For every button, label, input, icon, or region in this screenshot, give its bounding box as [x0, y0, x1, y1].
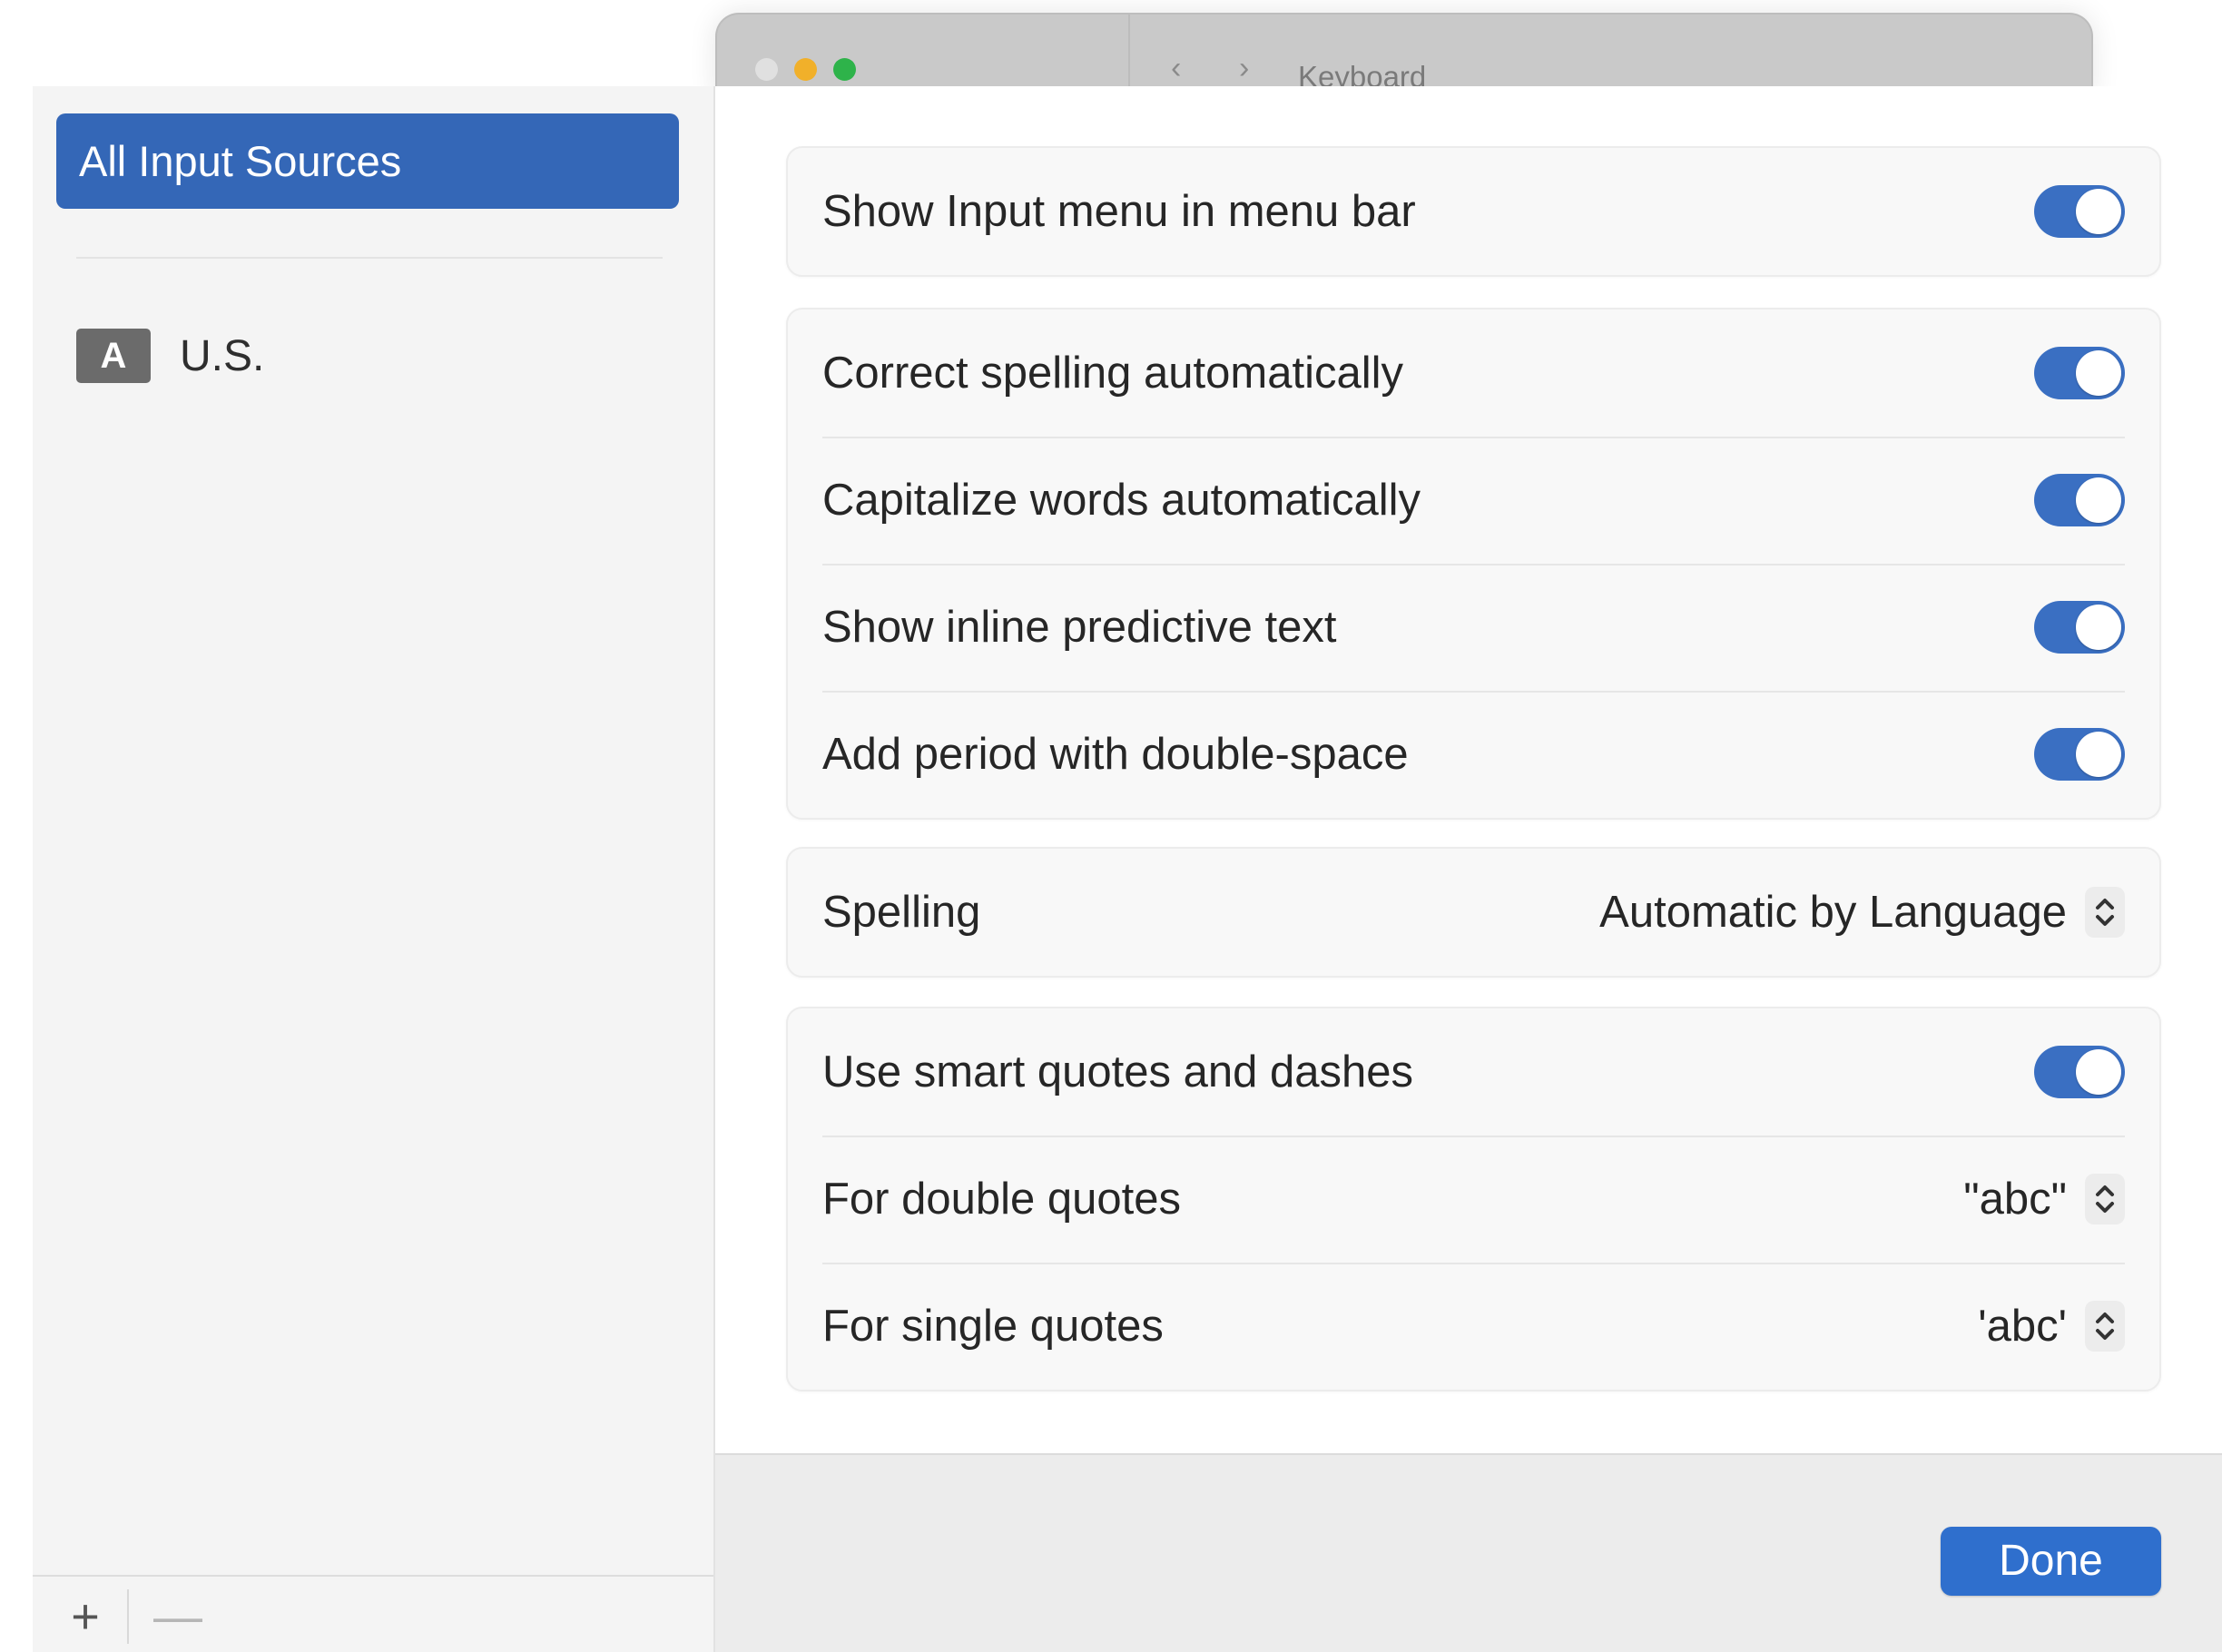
- toggle-knob: [2076, 1049, 2121, 1095]
- settings-row: For double quotes "abc": [788, 1136, 2159, 1263]
- capitalize-words-toggle[interactable]: [2034, 474, 2125, 526]
- spelling-group: Spelling Automatic by Language: [786, 847, 2161, 978]
- single-quotes-popup-button[interactable]: 'abc': [1978, 1301, 2125, 1352]
- toggle-knob: [2076, 732, 2121, 777]
- settings-row: Spelling Automatic by Language: [788, 849, 2159, 976]
- chevron-left-icon[interactable]: ‹: [1171, 53, 1181, 84]
- double-quotes-label: For double quotes: [822, 1175, 1181, 1224]
- settings-row: Capitalize words automatically: [788, 437, 2159, 564]
- up-down-chevron-icon: [2085, 1174, 2125, 1224]
- toggle-knob: [2076, 189, 2121, 234]
- settings-row: Show Input menu in menu bar: [788, 148, 2159, 275]
- settings-row: Show inline predictive text: [788, 564, 2159, 691]
- settings-row: Add period with double-space: [788, 691, 2159, 818]
- zoom-window-button[interactable]: [833, 58, 856, 81]
- remove-input-source-button[interactable]: —: [151, 1589, 205, 1644]
- correct-spelling-label: Correct spelling automatically: [822, 349, 1403, 398]
- double-space-period-toggle[interactable]: [2034, 728, 2125, 781]
- toggle-knob: [2076, 350, 2121, 396]
- sheet-footer: Done: [715, 1453, 2222, 1652]
- add-input-source-button[interactable]: +: [58, 1589, 113, 1644]
- correct-spelling-toggle[interactable]: [2034, 347, 2125, 399]
- sidebar-item-us[interactable]: A U.S.: [76, 327, 264, 385]
- settings-row: Use smart quotes and dashes: [788, 1008, 2159, 1136]
- minimize-window-button[interactable]: [794, 58, 817, 81]
- settings-row: Correct spelling automatically: [788, 310, 2159, 437]
- smart-quotes-label: Use smart quotes and dashes: [822, 1047, 1413, 1096]
- spelling-label: Spelling: [822, 888, 981, 937]
- sidebar-item-all-input-sources[interactable]: All Input Sources: [56, 113, 679, 209]
- single-quotes-label: For single quotes: [822, 1302, 1164, 1351]
- toggle-knob: [2076, 477, 2121, 523]
- capitalize-words-label: Capitalize words automatically: [822, 476, 1421, 525]
- sidebar-item-label: U.S.: [180, 331, 265, 380]
- chevron-right-icon[interactable]: ›: [1239, 53, 1249, 84]
- bottom-bar-divider: [127, 1589, 129, 1644]
- settings-row: For single quotes 'abc': [788, 1263, 2159, 1390]
- quotes-group: Use smart quotes and dashes For double q…: [786, 1007, 2161, 1391]
- double-quotes-popup-button[interactable]: "abc": [1963, 1174, 2125, 1224]
- inline-predictive-text-toggle[interactable]: [2034, 601, 2125, 654]
- spelling-popup-value: Automatic by Language: [1599, 888, 2067, 937]
- typing-group: Correct spelling automatically Capitaliz…: [786, 308, 2161, 820]
- sidebar-divider: [76, 257, 663, 259]
- spelling-popup-button[interactable]: Automatic by Language: [1599, 887, 2125, 938]
- up-down-chevron-icon: [2085, 887, 2125, 938]
- inline-predictive-text-label: Show inline predictive text: [822, 603, 1337, 652]
- input-source-badge-icon: A: [76, 329, 151, 383]
- single-quotes-popup-value: 'abc': [1978, 1302, 2067, 1351]
- sidebar-bottom-bar: + —: [33, 1575, 713, 1652]
- menu-bar-group: Show Input menu in menu bar: [786, 146, 2161, 277]
- smart-quotes-toggle[interactable]: [2034, 1046, 2125, 1098]
- close-window-button[interactable]: [755, 58, 778, 81]
- show-input-menu-label: Show Input menu in menu bar: [822, 187, 1416, 236]
- double-space-period-label: Add period with double-space: [822, 730, 1409, 779]
- input-sources-sidebar: All Input Sources A U.S. + —: [33, 86, 715, 1652]
- double-quotes-popup-value: "abc": [1963, 1175, 2067, 1224]
- up-down-chevron-icon: [2085, 1301, 2125, 1352]
- show-input-menu-toggle[interactable]: [2034, 185, 2125, 238]
- done-button[interactable]: Done: [1941, 1527, 2161, 1596]
- toggle-knob: [2076, 605, 2121, 650]
- settings-panel: Show Input menu in menu bar Correct spel…: [715, 86, 2222, 1453]
